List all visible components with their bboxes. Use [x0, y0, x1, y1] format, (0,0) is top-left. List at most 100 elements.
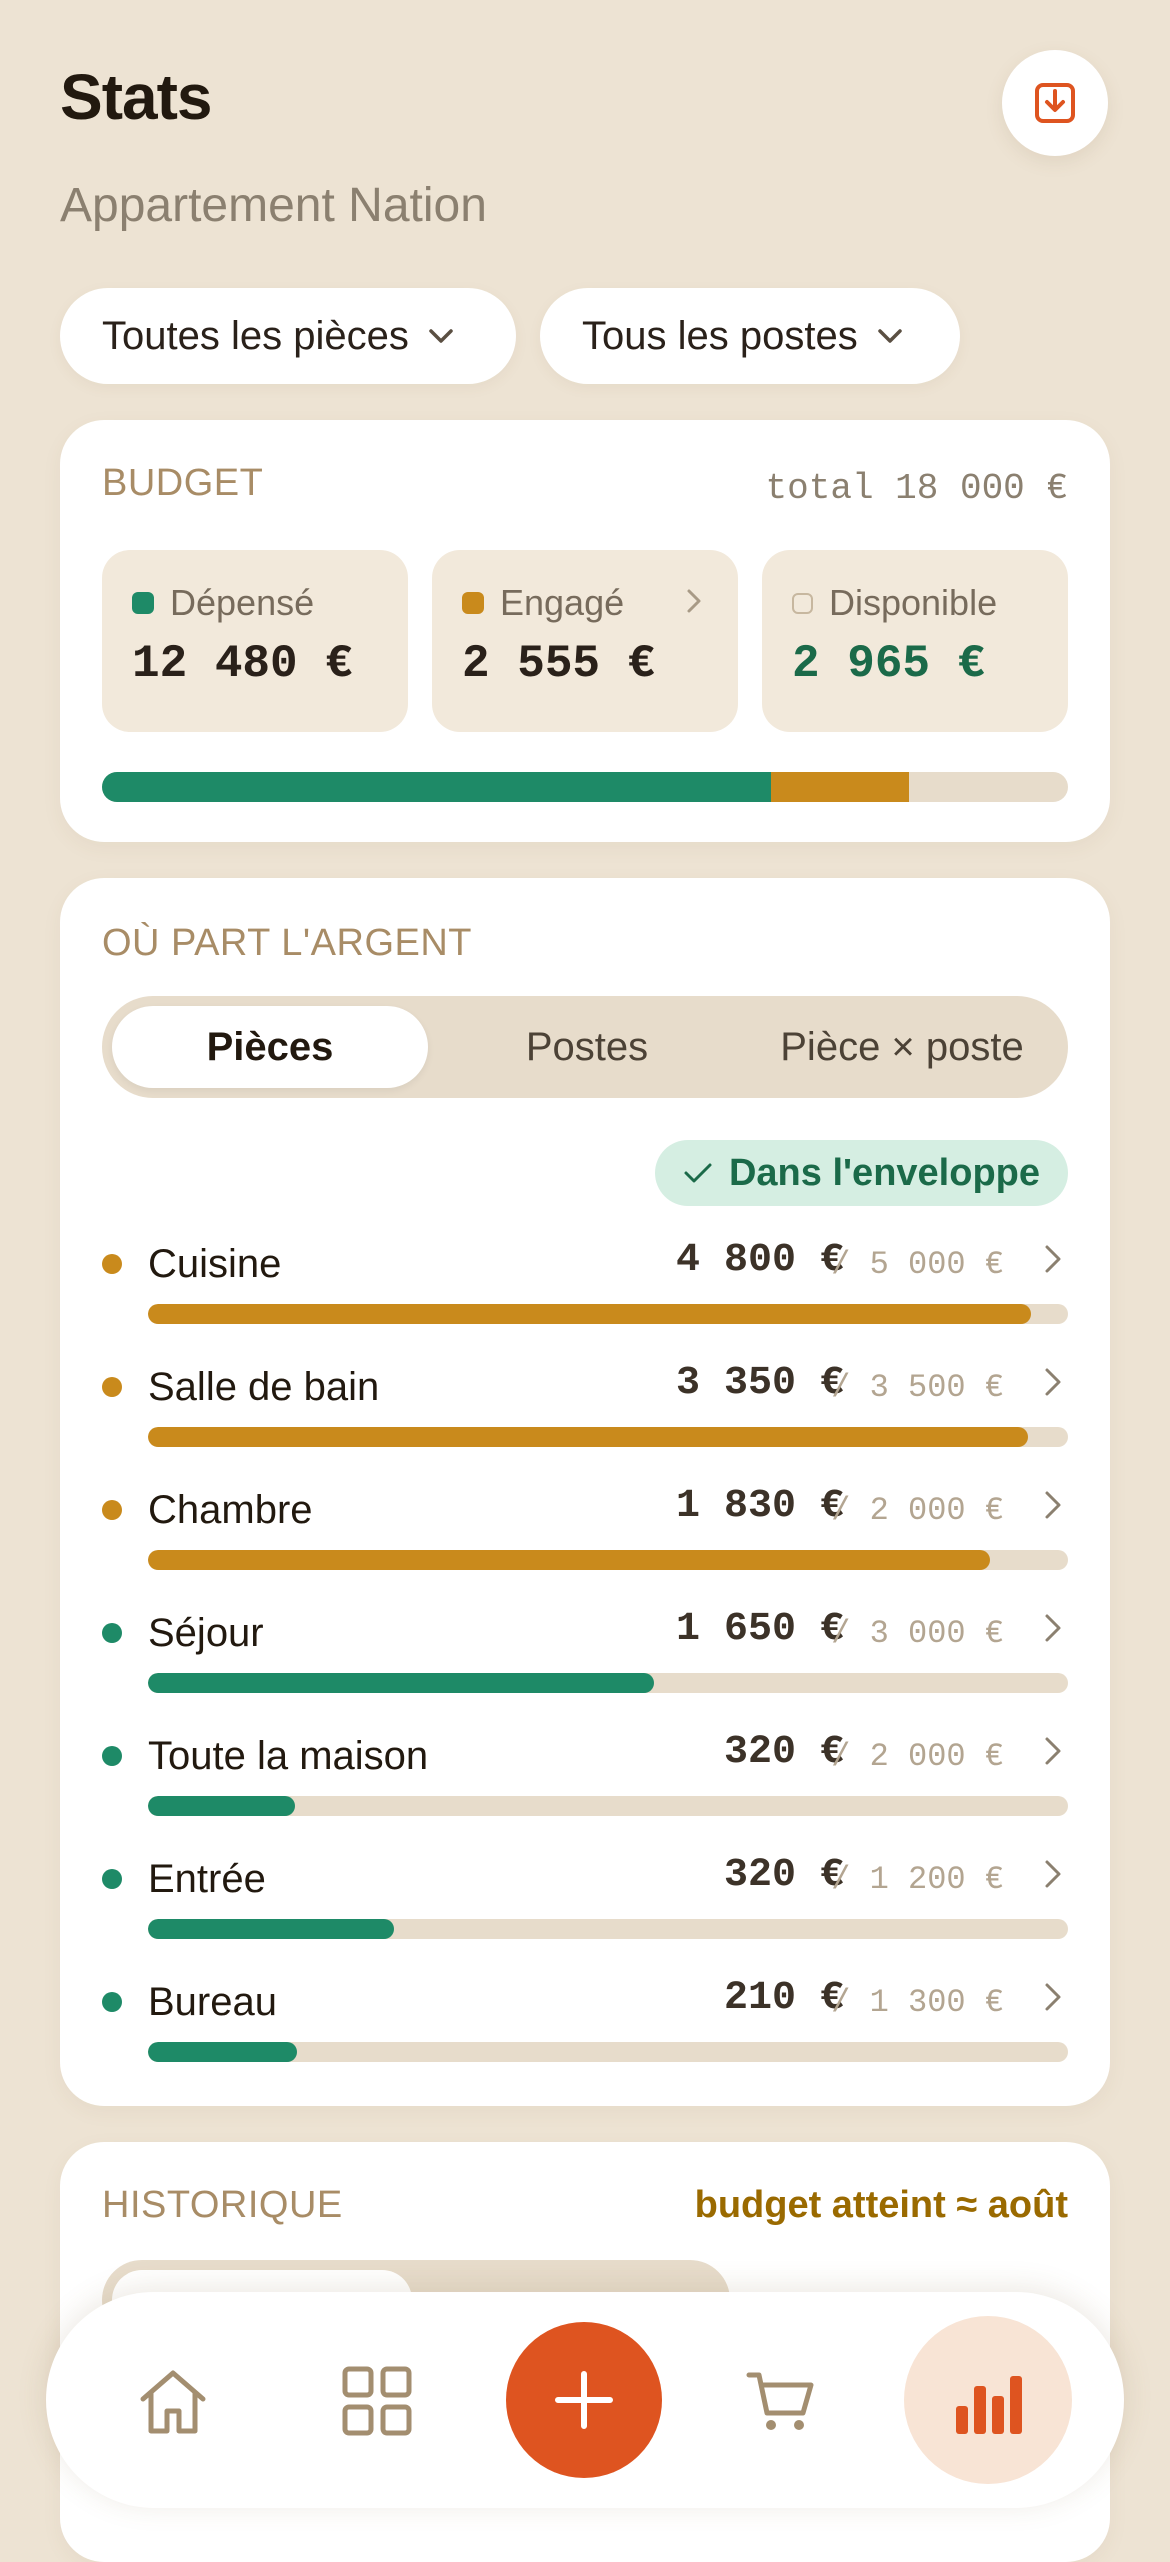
category-track: [148, 2042, 1068, 2062]
nav-grid[interactable]: [322, 2346, 432, 2456]
category-amount: 4 800 €: [675, 1238, 844, 1283]
nav-home[interactable]: [118, 2346, 228, 2456]
committed-value: 2 555 €: [462, 638, 656, 690]
cart-icon: [746, 2372, 814, 2430]
category-dot: [102, 1623, 122, 1643]
category-budget: / 5 000 €: [831, 1246, 1004, 1283]
category-fill: [148, 1796, 296, 1816]
breakdown-row[interactable]: Bureau 210 €/ 1 300 €: [102, 1976, 1068, 2076]
nav-cart[interactable]: [726, 2346, 836, 2456]
chevron-right-icon: [1045, 1983, 1061, 2011]
category-name: Séjour: [148, 1611, 264, 1655]
category-fill: [148, 1550, 990, 1570]
budget-card: BUDGET total 18 000 € Dépensé 12 480 € E…: [60, 420, 1110, 842]
room-filter[interactable]: Toutes les pièces: [60, 288, 516, 384]
room-filter-label: Toutes les pièces: [102, 313, 409, 358]
category-amount: 1 650 €: [675, 1607, 844, 1652]
category-amount: 3 350 €: [675, 1361, 844, 1406]
breakdown-row[interactable]: Chambre 1 830 €/ 2 000 €: [102, 1484, 1068, 1584]
category-amount: 1 830 €: [675, 1484, 844, 1529]
chevron-right-icon: [1045, 1368, 1061, 1396]
stats-icon: [956, 2376, 1022, 2434]
history-label: HISTORIQUE: [102, 2184, 343, 2226]
chevron-right-icon: [687, 589, 701, 613]
category-track: [148, 1550, 1068, 1570]
spent-label: Dépensé: [170, 582, 315, 623]
committed-dot: [462, 592, 484, 614]
breakdown-row[interactable]: Toute la maison 320 €/ 2 000 €: [102, 1730, 1068, 1830]
category-amount: 320 €: [723, 1853, 844, 1898]
add-button[interactable]: [506, 2322, 662, 2478]
plus-icon: [555, 2371, 613, 2429]
category-dot: [102, 1500, 122, 1520]
category-name: Salle de bain: [148, 1365, 380, 1409]
tab-piece-poste[interactable]: Pièce × poste: [746, 1006, 1058, 1088]
home-icon: [140, 2370, 206, 2434]
budget-label: BUDGET: [102, 462, 264, 504]
breakdown-row[interactable]: Salle de bain 3 350 €/ 3 500 €: [102, 1361, 1068, 1461]
nav-stats[interactable]: [904, 2316, 1072, 2484]
history-note: budget atteint ≈ août: [694, 2184, 1068, 2226]
breakdown-tabs: Pièces Postes Pièce × poste: [102, 996, 1068, 1098]
category-name: Cuisine: [148, 1242, 282, 1286]
category-dot: [102, 1869, 122, 1889]
category-name: Bureau: [148, 1980, 277, 2024]
category-budget: / 1 300 €: [831, 1984, 1004, 2021]
category-fill: [148, 1919, 394, 1939]
category-name: Toute la maison: [148, 1734, 429, 1778]
spent-segment: [102, 772, 772, 802]
category-dot: [102, 1254, 122, 1274]
available-box: Disponible 2 965 €: [762, 550, 1068, 732]
category-track: [148, 1673, 1068, 1693]
chevron-right-icon: [1045, 1491, 1061, 1519]
committed-segment: [771, 772, 909, 802]
envelope-badge: Dans l'enveloppe: [654, 1140, 1068, 1206]
bottom-nav: [46, 2292, 1124, 2508]
available-label: Disponible: [829, 582, 998, 623]
budget-total: total 18 000 €: [765, 468, 1068, 509]
category-dot: [102, 1377, 122, 1397]
category-fill: [148, 1427, 1029, 1447]
envelope-badge-label: Dans l'enveloppe: [728, 1151, 1040, 1194]
category-dot: [102, 1746, 122, 1766]
chevron-right-icon: [1045, 1245, 1061, 1273]
item-filter-label: Tous les postes: [582, 313, 858, 358]
chevron-down-icon: [877, 329, 902, 343]
category-budget: / 3 000 €: [831, 1615, 1004, 1652]
available-value: 2 965 €: [792, 638, 986, 690]
chevron-down-icon: [429, 329, 453, 343]
breakdown-row[interactable]: Entrée 320 €/ 1 200 €: [102, 1853, 1068, 1953]
breakdown-card: OÙ PART L'ARGENT Pièces Postes Pièce × p…: [60, 878, 1110, 2106]
category-track: [148, 1427, 1068, 1447]
spent-value: 12 480 €: [132, 638, 353, 690]
chevron-right-icon: [1045, 1860, 1061, 1888]
committed-label: Engagé: [500, 582, 625, 623]
category-name: Entrée: [148, 1857, 266, 1901]
available-dot: [792, 592, 813, 614]
item-filter[interactable]: Tous les postes: [540, 288, 960, 384]
tab-pieces[interactable]: Pièces: [112, 1006, 428, 1088]
project-name: Appartement Nation: [60, 179, 487, 232]
breakdown-row[interactable]: Cuisine 4 800 €/ 5 000 €: [102, 1238, 1068, 1338]
category-budget: / 2 000 €: [831, 1492, 1004, 1529]
category-name: Chambre: [148, 1488, 313, 1532]
spent-dot: [132, 592, 154, 614]
category-track: [148, 1796, 1068, 1816]
chevron-right-icon: [1045, 1614, 1061, 1642]
category-track: [148, 1304, 1068, 1324]
category-budget: / 1 200 €: [831, 1861, 1004, 1898]
category-track: [148, 1919, 1068, 1939]
export-button[interactable]: [1002, 50, 1108, 156]
category-dot: [102, 1992, 122, 2012]
breakdown-label: OÙ PART L'ARGENT: [102, 922, 473, 964]
tab-postes[interactable]: Postes: [432, 1006, 742, 1088]
category-budget: / 2 000 €: [831, 1738, 1004, 1775]
category-fill: [148, 2042, 298, 2062]
committed-box[interactable]: Engagé 2 555 €: [432, 550, 738, 732]
category-fill: [148, 1673, 654, 1693]
category-amount: 210 €: [723, 1976, 844, 2021]
budget-progress: [102, 772, 1068, 802]
page-title: Stats: [60, 61, 212, 133]
download-icon: [1035, 83, 1075, 123]
breakdown-row[interactable]: Séjour 1 650 €/ 3 000 €: [102, 1607, 1068, 1707]
